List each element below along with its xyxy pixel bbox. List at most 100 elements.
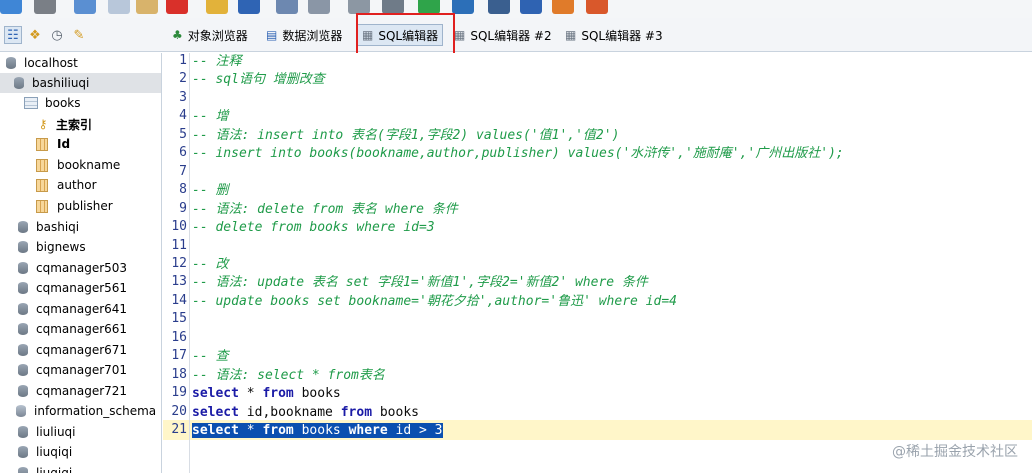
- line-number: 13: [171, 274, 187, 290]
- tab-label: 对象浏览器: [187, 28, 248, 43]
- database-icon: [18, 385, 28, 397]
- favorites-icon[interactable]: ✎: [70, 26, 88, 44]
- tree-item-information-schema[interactable]: information_schema: [0, 401, 161, 421]
- tab-sql-editor-2[interactable]: ▦ SQL编辑器 #2: [450, 24, 556, 46]
- tools2-icon[interactable]: [382, 0, 404, 14]
- tree-item-cqmanager503[interactable]: cqmanager503: [0, 258, 161, 278]
- sql-editor-icon: ▦: [565, 28, 577, 42]
- code-line[interactable]: -- 语法: delete from 表名 where 条件: [192, 201, 458, 219]
- tree-item-label: liuqiqi: [36, 466, 73, 473]
- line-text: -- 查: [192, 349, 228, 364]
- delete-icon[interactable]: [166, 0, 188, 14]
- line-number: 18: [171, 366, 187, 382]
- code-line[interactable]: -- 语法: select * from表名: [192, 367, 385, 385]
- keyword-token: where: [348, 423, 388, 438]
- code-line[interactable]: select * from books where id > 3: [192, 422, 443, 440]
- database-icon: [18, 467, 28, 473]
- code-line[interactable]: -- update books set bookname='朝花夕拾',auth…: [192, 293, 677, 311]
- comment-token: -- 改: [192, 256, 229, 272]
- tree-item-cqmanager561[interactable]: cqmanager561: [0, 278, 161, 298]
- first-icon[interactable]: [488, 0, 510, 14]
- server-icon: [6, 57, 16, 69]
- tree-item-label: books: [45, 96, 81, 110]
- tables-icon[interactable]: ❖: [26, 26, 44, 44]
- info-schema-icon: [16, 405, 26, 417]
- tree-item-cqmanager671[interactable]: cqmanager671: [0, 340, 161, 360]
- history-icon[interactable]: ◷: [48, 26, 66, 44]
- tree-item-cqmanager661[interactable]: cqmanager661: [0, 319, 161, 339]
- comment-token: -- update books set bookname='朝花夕拾',auth…: [192, 293, 677, 309]
- code-line[interactable]: -- 语法: update 表名 set 字段1='新值1',字段2='新值2'…: [192, 274, 648, 292]
- line-number: 16: [171, 329, 187, 345]
- code-line[interactable]: -- 查: [192, 348, 228, 366]
- code-line[interactable]: select id,bookname from books: [192, 404, 419, 422]
- tab-object-browser[interactable]: ♣ 对象浏览器: [168, 24, 252, 46]
- tab-label: SQL编辑器: [378, 28, 439, 43]
- tab-label: 数据浏览器: [282, 28, 343, 43]
- open-folder-icon[interactable]: [206, 0, 228, 14]
- code-line[interactable]: -- 语法: insert into 表名(字段1,字段2) values('值…: [192, 127, 619, 145]
- line-number: 6: [179, 145, 187, 161]
- line-text: -- 注释: [192, 54, 241, 69]
- stop-icon[interactable]: [34, 0, 56, 14]
- table-icon: [24, 97, 38, 109]
- database-icon: [18, 303, 28, 315]
- code-line[interactable]: -- 改: [192, 256, 228, 274]
- save-icon[interactable]: [238, 0, 260, 14]
- sql-editor-icon: ▦: [362, 28, 374, 42]
- code-line[interactable]: -- sql语句 增删改查: [192, 71, 325, 89]
- tree-item-bashiliuqi[interactable]: bashiliuqi: [0, 73, 161, 93]
- tab-sql-editor-3[interactable]: ▦ SQL编辑器 #3: [561, 24, 667, 46]
- code-line[interactable]: -- 增: [192, 108, 228, 126]
- keyword-token: select: [192, 423, 239, 438]
- watermark: @稀土掘金技术社区: [892, 444, 1018, 460]
- code-line[interactable]: -- delete from books where id=3: [192, 219, 435, 237]
- tree-item-bookname[interactable]: bookname: [0, 155, 161, 175]
- code-line[interactable]: select * from books: [192, 385, 341, 403]
- paste-icon[interactable]: [136, 0, 158, 14]
- database-icon: [18, 241, 28, 253]
- tree-item-localhost[interactable]: localhost: [0, 53, 161, 73]
- export-icon[interactable]: [586, 0, 608, 14]
- tree-view-icon[interactable]: ☷: [4, 26, 22, 44]
- tree-item-cqmanager641[interactable]: cqmanager641: [0, 299, 161, 319]
- tab-data-browser[interactable]: ▤ 数据浏览器: [262, 24, 346, 46]
- tree-item-bashiqi[interactable]: bashiqi: [0, 217, 161, 237]
- object-browser-icon: ♣: [172, 28, 183, 42]
- tree-item-publisher[interactable]: publisher: [0, 196, 161, 216]
- last-icon[interactable]: [520, 0, 542, 14]
- tree-item-liuqiqi-2[interactable]: liuqiqi: [0, 463, 161, 473]
- tree-item-label: 主索引: [56, 117, 93, 132]
- tree-item-primary-index[interactable]: ⚷ 主索引: [0, 114, 161, 134]
- undo-icon[interactable]: [276, 0, 298, 14]
- text-token: books: [372, 404, 419, 420]
- link-icon[interactable]: [74, 0, 96, 14]
- tree-item-liuqiqi[interactable]: liuqiqi: [0, 442, 161, 462]
- line-text: -- 语法: select * from表名: [192, 368, 385, 383]
- run-all-icon[interactable]: [452, 0, 474, 14]
- tree-item-cqmanager701[interactable]: cqmanager701: [0, 360, 161, 380]
- tree-item-books[interactable]: books: [0, 93, 161, 113]
- line-number: 20: [171, 403, 187, 419]
- line-number: 5: [179, 126, 187, 142]
- run-icon[interactable]: [418, 0, 440, 14]
- key-icon: ⚷: [38, 117, 48, 131]
- tree-item-id[interactable]: Id: [0, 134, 161, 154]
- tree-item-author[interactable]: author: [0, 175, 161, 195]
- redo-icon[interactable]: [308, 0, 330, 14]
- sql-editor[interactable]: 1 2 3 4 5 6 7 8 9 10 11 12 13 14 15 16 17 18 19 20 21 -- 注释 -…: [163, 53, 1032, 473]
- code-line[interactable]: -- 删: [192, 182, 228, 200]
- import-icon[interactable]: [552, 0, 574, 14]
- copy-icon[interactable]: [108, 0, 130, 14]
- tab-sql-editor[interactable]: ▦ SQL编辑器: [357, 24, 444, 46]
- tree-item-label: cqmanager561: [36, 281, 128, 295]
- tools-icon[interactable]: [348, 0, 370, 14]
- tree-item-bignews[interactable]: bignews: [0, 237, 161, 257]
- tree-item-cqmanager721[interactable]: cqmanager721: [0, 381, 161, 401]
- database-icon: [18, 262, 28, 274]
- refresh-icon[interactable]: [0, 0, 22, 14]
- code-line[interactable]: -- 注释: [192, 53, 241, 71]
- tree-item-liuliuqi[interactable]: liuliuqi: [0, 422, 161, 442]
- column-icon: [36, 158, 48, 172]
- code-line[interactable]: -- insert into books(bookname,author,pub…: [192, 145, 844, 163]
